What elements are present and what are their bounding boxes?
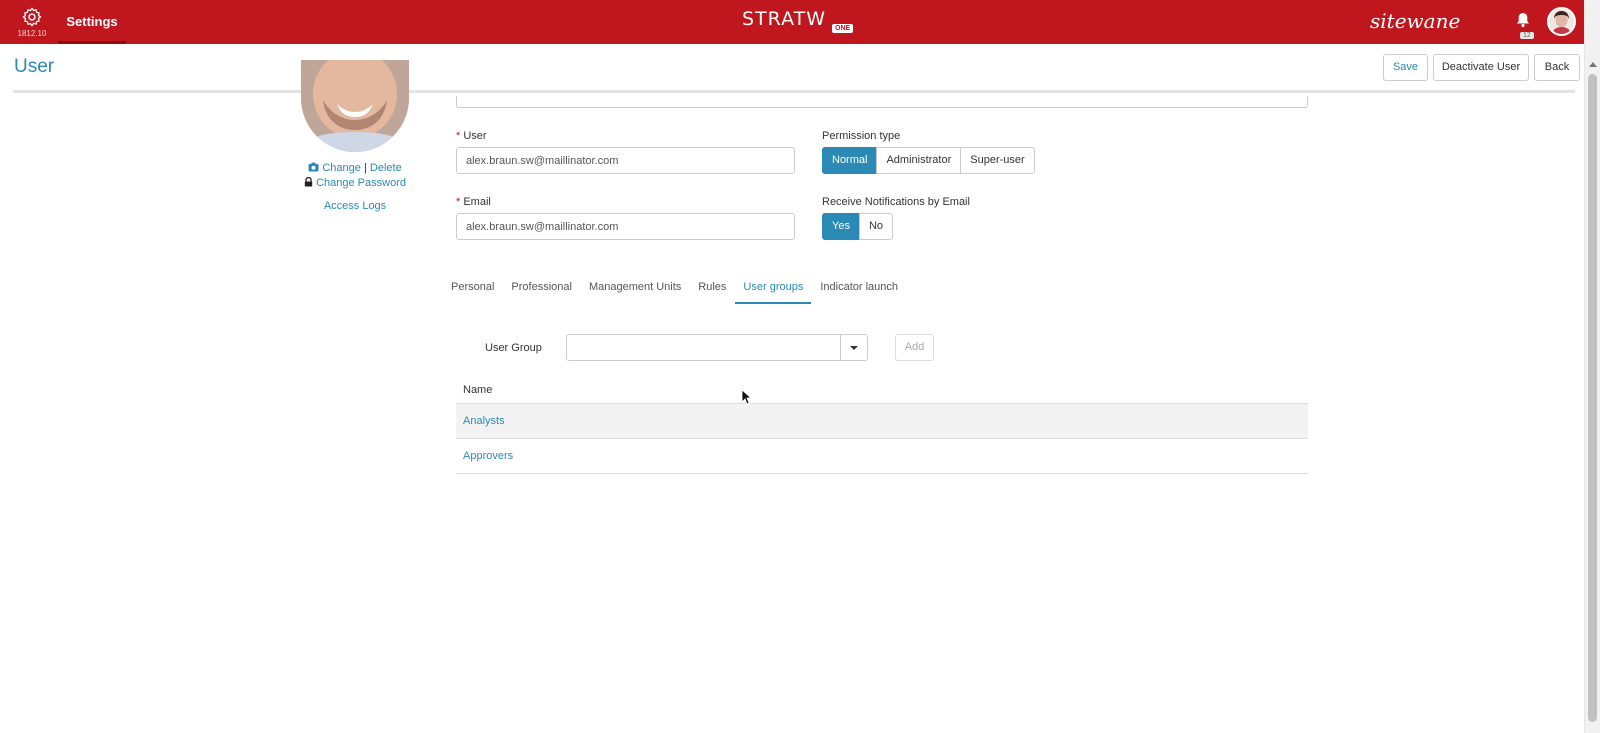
mouse-cursor-icon: [741, 389, 751, 405]
gear-icon: [22, 7, 42, 27]
profile-photo: [301, 60, 409, 152]
name-column-header: Name: [456, 378, 1308, 404]
tab-user-groups[interactable]: User groups: [735, 278, 812, 304]
caret-down-icon[interactable]: [840, 335, 867, 360]
user-avatar[interactable]: [1547, 7, 1576, 36]
required-mark: *: [456, 130, 461, 142]
settings-app-button[interactable]: 1812.10: [14, 6, 50, 42]
tab-rules[interactable]: Rules: [698, 278, 734, 304]
email-label-text: Email: [463, 196, 491, 208]
delete-photo-link[interactable]: Delete: [370, 162, 402, 174]
required-mark: *: [456, 196, 461, 208]
photo-actions: Change | Delete Change Password: [290, 161, 420, 191]
back-button[interactable]: Back: [1534, 54, 1580, 81]
page-scrollbar[interactable]: [1584, 0, 1600, 733]
tab-indicator-launch[interactable]: Indicator launch: [820, 278, 906, 304]
table-row[interactable]: Analysts: [456, 404, 1308, 439]
lock-icon: [304, 176, 313, 187]
name-input-bottom-edge[interactable]: [456, 96, 1308, 108]
notifications-button[interactable]: [1516, 12, 1530, 31]
top-bar: 1812.10 Settings STRATW ONE sitewane 12: [0, 0, 1584, 44]
notifications-no-button[interactable]: No: [858, 213, 894, 240]
settings-tab[interactable]: Settings: [58, 0, 126, 44]
table-row[interactable]: Approvers: [456, 439, 1308, 474]
user-input[interactable]: [456, 147, 795, 174]
vendor-logo: sitewane: [1370, 9, 1461, 33]
brand-badge: ONE: [832, 24, 854, 33]
user-tabs: Personal Professional Management Units R…: [451, 278, 915, 304]
email-field-label: * Email: [456, 196, 491, 208]
access-logs-link[interactable]: Access Logs: [290, 200, 420, 212]
notification-count-badge: 12: [1520, 32, 1534, 39]
stratws-logo: STRATW ONE: [742, 8, 854, 36]
save-button[interactable]: Save: [1383, 54, 1428, 81]
user-field-label: * User: [456, 130, 487, 142]
user-groups-table: Name Analysts Approvers: [456, 378, 1308, 474]
scroll-up-arrow-icon[interactable]: [1589, 62, 1597, 67]
tab-professional[interactable]: Professional: [511, 278, 580, 304]
notifications-label: Receive Notifications by Email: [822, 196, 970, 208]
page-title: User: [14, 56, 55, 77]
email-input[interactable]: [456, 213, 795, 240]
user-group-label: User Group: [485, 342, 542, 354]
link-separator: |: [363, 162, 367, 174]
permission-type-group: Normal Administrator Super-user: [822, 147, 1035, 174]
user-label-text: User: [463, 130, 487, 142]
notifications-yes-button[interactable]: Yes: [822, 213, 860, 240]
scroll-thumb[interactable]: [1588, 74, 1597, 722]
tab-personal[interactable]: Personal: [451, 278, 502, 304]
add-user-group-button[interactable]: Add: [895, 334, 934, 361]
bell-icon: [1517, 13, 1529, 28]
camera-icon: [308, 162, 319, 172]
deactivate-user-button[interactable]: Deactivate User: [1433, 54, 1529, 81]
change-password-link[interactable]: Change Password: [316, 177, 406, 189]
notifications-group: Yes No: [822, 213, 894, 240]
user-group-select[interactable]: [566, 334, 868, 361]
tab-management-units[interactable]: Management Units: [589, 278, 689, 304]
avatar-image: [1549, 9, 1574, 34]
permission-normal-button[interactable]: Normal: [822, 147, 878, 174]
header-divider: [13, 90, 1575, 93]
permission-administrator-button[interactable]: Administrator: [876, 147, 962, 174]
version-label: 1812.10: [17, 29, 47, 38]
profile-photo-image: [301, 60, 409, 152]
permission-super-user-button[interactable]: Super-user: [960, 147, 1035, 174]
brand-name: STRATW: [742, 8, 827, 30]
change-photo-link[interactable]: Change: [322, 162, 361, 174]
permission-type-label: Permission type: [822, 130, 901, 142]
